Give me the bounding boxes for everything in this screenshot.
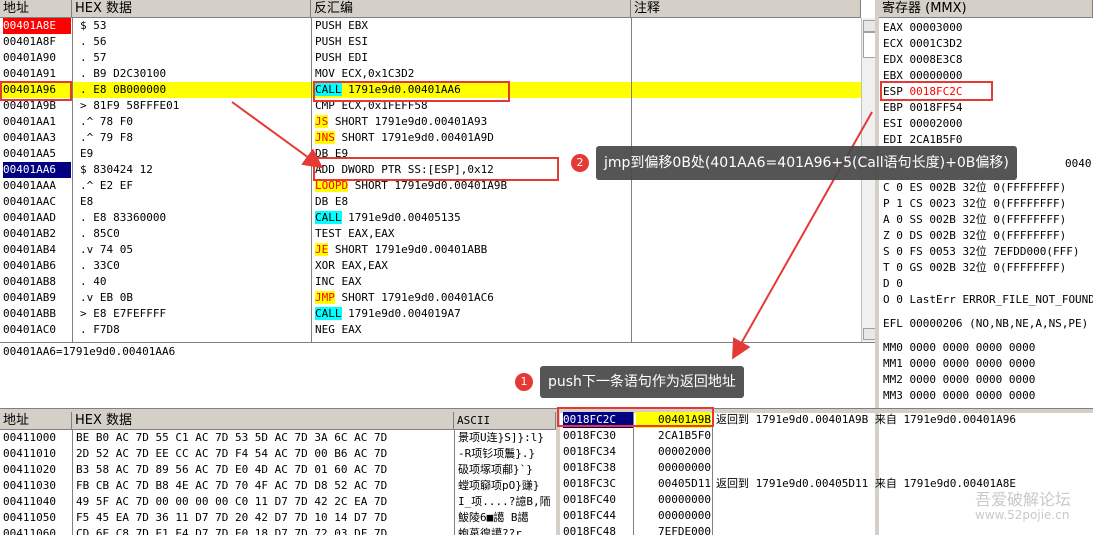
watermark-text: 吾爱破解论坛 (975, 490, 1072, 509)
annotation-badge-1: 1 (515, 373, 533, 391)
annotation-callout-1: push下一条语句作为返回地址 (540, 366, 744, 398)
annotation-callout-2: jmp到偏移0B处(401AA6=401A96+5(Call语句长度)+0B偏移… (596, 146, 1017, 180)
watermark-url: www.52pojie.cn (975, 508, 1070, 522)
annotation-badge-2: 2 (571, 154, 589, 172)
annotation-arrows (231, 101, 873, 360)
